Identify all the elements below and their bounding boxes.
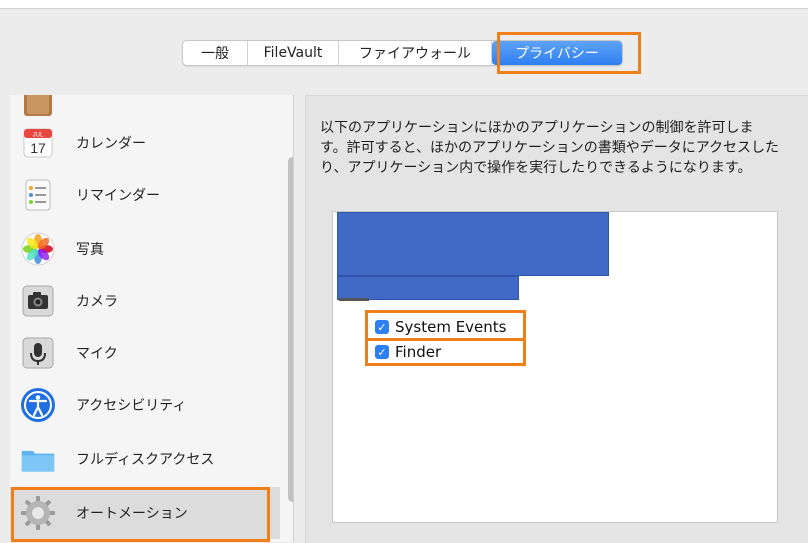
automation-description: 以下のアプリケーションにほかのアプリケーションの制御を許可します。許可すると、ほ… [320,120,780,176]
sidebar-scrollbar[interactable] [288,157,293,502]
sidebar-item-label: アクセシビリティ [76,398,187,414]
calendar-icon-day: 17 [30,140,46,156]
sidebar-item-label: カレンダー [76,136,146,152]
calendar-icon: JUL 17 [20,125,56,161]
permission-label: Finder [395,343,442,361]
app-disclosure-marker [339,298,369,301]
contacts-icon [20,95,56,119]
sidebar-item-calendar[interactable]: JUL 17 カレンダー [10,117,280,169]
photos-icon [20,231,56,267]
sidebar-item-label: リマインダー [76,188,160,204]
sidebar-item-label: フルディスクアクセス [76,452,215,468]
sidebar-item-reminders[interactable]: リマインダー [10,169,280,221]
sidebar-item-microphone[interactable]: マイク [10,327,280,379]
tab-privacy[interactable]: プライバシー [492,41,622,65]
sidebar-item-label: マイク [76,346,118,362]
accessibility-icon [20,387,56,423]
sidebar-item-label: 写真 [76,242,104,258]
preferences-tab-bar: 一般 FileVault ファイアウォール プライバシー [182,40,623,66]
redacted-region [337,276,519,300]
automation-panel: 以下のアプリケーションにほかのアプリケーションの制御を許可します。許可すると、ほ… [305,95,808,543]
permission-system-events[interactable]: ✓ System Events [375,316,507,338]
calendar-icon-month: JUL [33,133,44,139]
tab-firewall[interactable]: ファイアウォール [339,41,492,65]
permission-label: System Events [395,318,507,336]
tab-filevault[interactable]: FileVault [248,41,339,65]
checkbox-checked-icon[interactable]: ✓ [375,320,389,334]
permission-finder[interactable]: ✓ Finder [375,341,441,363]
sidebar-item-label: オートメーション [76,506,188,522]
sidebar-item-label: カメラ [76,294,118,310]
privacy-category-sidebar[interactable]: JUL 17 カレンダー リマインダー 写真 カメラ マイク アクセシビリティ … [10,95,294,542]
checkbox-checked-icon[interactable]: ✓ [375,345,389,359]
tab-general[interactable]: 一般 [183,41,248,65]
sidebar-item-photos[interactable]: 写真 [10,223,280,275]
sidebar-item-accessibility[interactable]: アクセシビリティ [10,379,280,431]
sidebar-item-automation[interactable]: オートメーション [10,487,280,539]
sidebar-item-full-disk-access[interactable]: フルディスクアクセス [10,433,280,485]
automation-app-list[interactable]: ✓ System Events ✓ Finder [332,211,778,523]
gear-icon [20,495,56,531]
camera-icon [20,283,56,319]
folder-icon [20,441,56,477]
sidebar-item-camera[interactable]: カメラ [10,275,280,327]
window-top-edge [0,0,808,9]
redacted-region [337,212,609,276]
microphone-icon [20,335,56,371]
reminders-icon [20,177,56,213]
